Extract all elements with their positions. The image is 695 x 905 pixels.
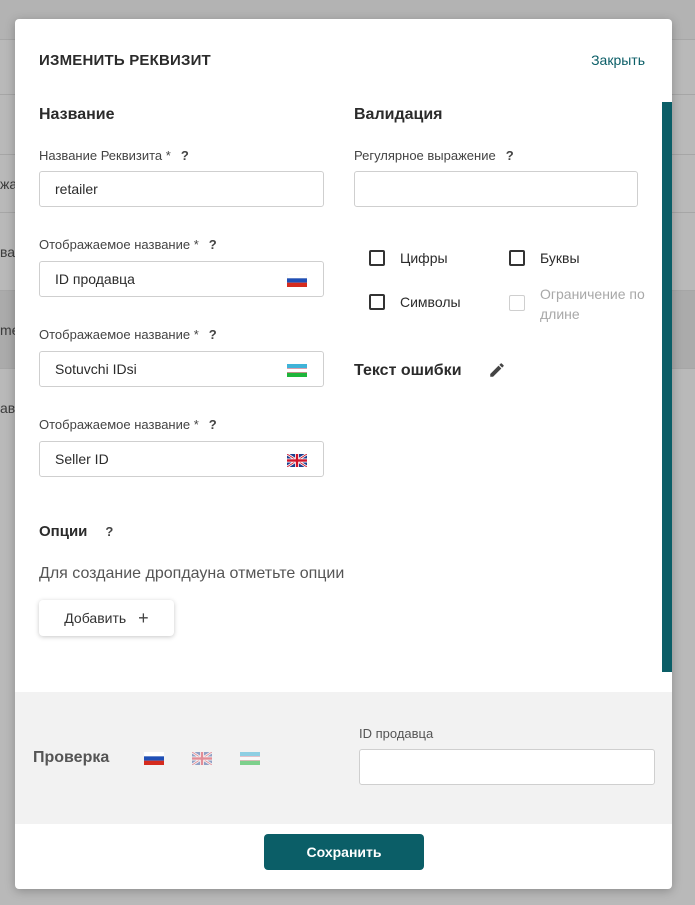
- validation-section-title: Валидация: [354, 106, 443, 123]
- display-name-input-uz[interactable]: Sotuvchi IDsi: [39, 351, 324, 387]
- digits-checkbox[interactable]: [369, 250, 385, 266]
- symbols-checkbox-row[interactable]: Символы: [369, 294, 461, 310]
- symbols-checkbox[interactable]: [369, 294, 385, 310]
- digits-checkbox-label: Цифры: [400, 250, 448, 266]
- error-text-title: Текст ошибки: [354, 362, 462, 379]
- uk-flag-icon: [287, 454, 307, 467]
- background-text: ав: [0, 400, 16, 416]
- help-icon[interactable]: ?: [209, 327, 217, 342]
- requisite-name-value: retailer: [55, 181, 98, 197]
- length-limit-checkbox-label: Ограничение по длине: [540, 286, 645, 322]
- edit-requisite-modal: ИЗМЕНИТЬ РЕКВИЗИТ Закрыть Название Назва…: [15, 19, 672, 889]
- ru-flag-icon[interactable]: [144, 752, 164, 765]
- options-hint: Для создание дропдауна отметьте опции: [39, 565, 345, 582]
- regex-label-text: Регулярное выражение: [354, 148, 496, 163]
- length-limit-checkbox-row: Ограничение по длине: [509, 284, 650, 324]
- letters-checkbox-label: Буквы: [540, 250, 580, 266]
- display-name-value-ru: ID продавца: [55, 271, 135, 287]
- modal-title: ИЗМЕНИТЬ РЕКВИЗИТ: [39, 52, 211, 69]
- uk-flag-icon[interactable]: [192, 752, 212, 765]
- help-icon[interactable]: ?: [105, 524, 113, 539]
- check-title: Проверка: [33, 749, 110, 766]
- display-name-input-ru[interactable]: ID продавца: [39, 261, 324, 297]
- length-limit-checkbox: [509, 295, 525, 311]
- help-icon[interactable]: ?: [506, 148, 514, 163]
- letters-checkbox-row[interactable]: Буквы: [509, 250, 580, 266]
- check-field-input[interactable]: [359, 749, 655, 785]
- symbols-checkbox-label: Символы: [400, 294, 461, 310]
- display-name-label-text: Отображаемое название *: [39, 237, 199, 252]
- display-name-input-en[interactable]: Seller ID: [39, 441, 324, 477]
- help-icon[interactable]: ?: [209, 417, 217, 432]
- help-icon[interactable]: ?: [181, 148, 189, 163]
- save-button[interactable]: Сохранить: [264, 834, 424, 870]
- letters-checkbox[interactable]: [509, 250, 525, 266]
- regex-input[interactable]: [354, 171, 638, 207]
- pencil-icon[interactable]: [488, 361, 506, 379]
- check-field-label: ID продавца: [359, 726, 434, 741]
- add-option-button[interactable]: Добавить +: [39, 600, 174, 636]
- uz-flag-icon[interactable]: [240, 752, 260, 765]
- background-text: ва: [0, 244, 16, 260]
- display-name-label-ru: Отображаемое название *?: [39, 237, 217, 252]
- close-button[interactable]: Закрыть: [591, 52, 645, 68]
- requisite-name-label: Название Реквизита *?: [39, 148, 189, 163]
- options-title-text: Опции: [39, 523, 88, 540]
- plus-icon: +: [138, 608, 149, 628]
- name-section-title: Название: [39, 106, 115, 123]
- display-name-value-en: Seller ID: [55, 451, 109, 467]
- requisite-name-label-text: Название Реквизита *: [39, 148, 171, 163]
- display-name-value-uz: Sotuvchi IDsi: [55, 361, 137, 377]
- digits-checkbox-row[interactable]: Цифры: [369, 250, 448, 266]
- uz-flag-icon: [287, 364, 307, 377]
- ru-flag-icon: [287, 274, 307, 287]
- requisite-name-input[interactable]: retailer: [39, 171, 324, 207]
- check-panel: Проверка ID продавца: [15, 692, 672, 824]
- display-name-label-text: Отображаемое название *: [39, 327, 199, 342]
- display-name-label-en: Отображаемое название *?: [39, 417, 217, 432]
- display-name-label-text: Отображаемое название *: [39, 417, 199, 432]
- display-name-label-uz: Отображаемое название *?: [39, 327, 217, 342]
- regex-label: Регулярное выражение?: [354, 148, 514, 163]
- scrollbar[interactable]: [662, 102, 672, 672]
- help-icon[interactable]: ?: [209, 237, 217, 252]
- options-section-title: Опции?: [39, 523, 113, 540]
- add-option-label: Добавить: [64, 610, 127, 626]
